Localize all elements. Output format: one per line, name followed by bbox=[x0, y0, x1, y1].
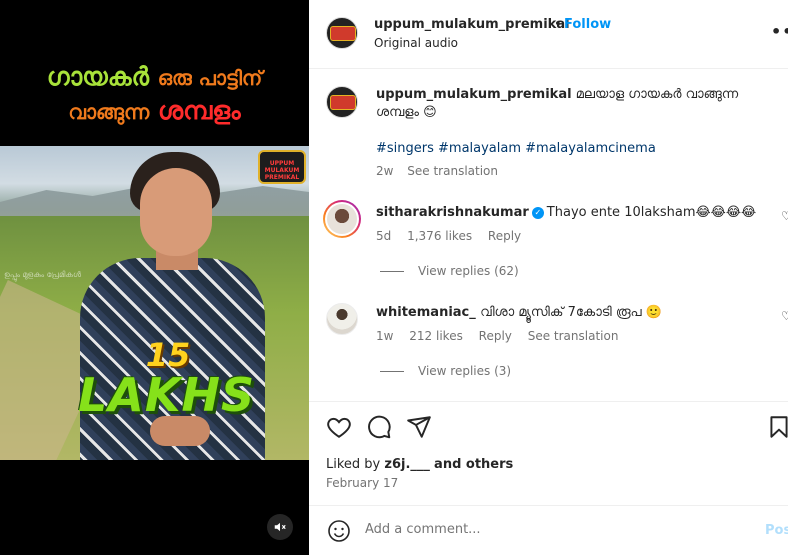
add-comment-divider bbox=[309, 505, 788, 506]
liked-by-prefix: Liked by bbox=[326, 457, 381, 472]
post-media[interactable]: ഗായകർ ഒരു പാട്ടിന് വാങ്ങുന്ന ശമ്പളം UPPU… bbox=[0, 0, 309, 555]
caption-age: 2w bbox=[376, 164, 394, 178]
caption: uppum_mulakum_premikal മലയാള ഗായകർ വാങ്ങ… bbox=[376, 86, 776, 122]
headline-word-3: വാങ്ങുന്ന bbox=[68, 100, 150, 124]
bookmark-icon[interactable] bbox=[766, 414, 788, 440]
comment-2-translate-link[interactable]: See translation bbox=[528, 329, 619, 343]
comment-2-reply-button[interactable]: Reply bbox=[479, 329, 512, 343]
post-comment-button[interactable]: Post bbox=[765, 523, 788, 538]
comment-icon[interactable] bbox=[366, 414, 392, 440]
follow-button[interactable]: Follow bbox=[564, 17, 611, 32]
salary-amount: 15 LAKHS bbox=[78, 336, 255, 422]
post-actions bbox=[326, 414, 788, 440]
caption-hashtags[interactable]: #singers #malayalam #malayalamcinema bbox=[376, 141, 656, 156]
headline-word-1: ഗായകർ bbox=[46, 62, 150, 91]
author-username[interactable]: uppum_mulakum_premikal bbox=[374, 17, 570, 32]
comment-1-text: Thayo ente 10laksham😂😂😂😂 bbox=[546, 205, 757, 220]
comment-1-reply-button[interactable]: Reply bbox=[488, 229, 521, 243]
media-headline: ഗായകർ ഒരു പാട്ടിന് വാങ്ങുന്ന ശമ്പളം bbox=[0, 62, 309, 126]
more-options-icon[interactable]: ••• bbox=[771, 22, 788, 41]
comment-2-username-wrap: whitemaniac_ വിശാ മ്യൂസിക് 7കോടി രൂപ 🙂 bbox=[376, 305, 662, 320]
comment-1-like-icon[interactable]: ♡ bbox=[781, 209, 788, 223]
comment-2-text: വിശാ മ്യൂസിക് 7കോടി രൂപ 🙂 bbox=[480, 305, 662, 320]
post-sidebar: uppum_mulakum_premikal • Follow Original… bbox=[309, 0, 788, 555]
comment-2-view-replies[interactable]: View replies (3) bbox=[380, 364, 511, 378]
audio-link[interactable]: Original audio bbox=[374, 36, 458, 50]
heart-icon[interactable] bbox=[326, 414, 352, 440]
amount-unit: LAKHS bbox=[78, 368, 256, 422]
caption-author-avatar[interactable] bbox=[326, 86, 358, 118]
comment-1-age: 5d bbox=[376, 229, 392, 243]
verified-badge-icon: ✓ bbox=[531, 206, 544, 219]
comment-2-likes[interactable]: 212 likes bbox=[409, 329, 463, 343]
caption-username[interactable]: uppum_mulakum_premikal bbox=[376, 87, 572, 102]
comment-1-avatar[interactable] bbox=[323, 200, 361, 238]
headline-word-4: ശമ്പളം bbox=[157, 96, 241, 125]
comment-1-view-replies[interactable]: View replies (62) bbox=[380, 264, 519, 278]
headline-word-2: ഒരു പാട്ടിന് bbox=[157, 66, 263, 90]
comment-1-view-replies-label: View replies (62) bbox=[418, 264, 519, 278]
comment-2-age: 1w bbox=[376, 329, 394, 343]
author-avatar[interactable] bbox=[326, 17, 358, 49]
media-watermark: ഉപ്പും മുളകും പ്രേമികൾ bbox=[4, 270, 82, 279]
caption-translate-link[interactable]: See translation bbox=[407, 164, 498, 178]
comment-2-username[interactable]: whitemaniac_ bbox=[376, 305, 476, 320]
speaker-muted-icon bbox=[274, 522, 286, 532]
comment-2-like-icon[interactable]: ♡ bbox=[781, 309, 788, 323]
header-separator: • bbox=[554, 17, 562, 32]
channel-logo-badge: UPPUM MULAKUM PREMIKAL bbox=[258, 150, 306, 184]
comment-2-avatar[interactable] bbox=[326, 303, 358, 335]
comment-1-username[interactable]: sitharakrishnakumar bbox=[376, 205, 529, 220]
comment-1-likes[interactable]: 1,376 likes bbox=[407, 229, 472, 243]
comment-1-username-wrap: sitharakrishnakumar ✓ Thayo ente 10laksham… bbox=[376, 205, 756, 220]
caption-meta: 2w See translation bbox=[376, 164, 508, 178]
post-date[interactable]: February 17 bbox=[326, 476, 398, 490]
comment-1-meta: 5d 1,376 likes Reply bbox=[376, 229, 533, 243]
comments-divider bbox=[309, 401, 788, 402]
share-icon[interactable] bbox=[406, 414, 432, 440]
liked-by-user[interactable]: z6j.___ bbox=[384, 457, 430, 472]
comment-2-meta: 1w 212 likes Reply See translation bbox=[376, 329, 630, 343]
comment-2-view-replies-label: View replies (3) bbox=[418, 364, 512, 378]
liked-by-suffix[interactable]: and others bbox=[434, 457, 513, 472]
emoji-icon[interactable] bbox=[327, 519, 351, 543]
liked-by: Liked by z6j.___ and others bbox=[326, 457, 513, 472]
header-divider bbox=[309, 68, 788, 69]
add-comment-input[interactable] bbox=[365, 522, 745, 537]
mute-button[interactable] bbox=[267, 514, 293, 540]
instagram-post-view: ഗായകർ ഒരു പാട്ടിന് വാങ്ങുന്ന ശമ്പളം UPPU… bbox=[0, 0, 788, 555]
